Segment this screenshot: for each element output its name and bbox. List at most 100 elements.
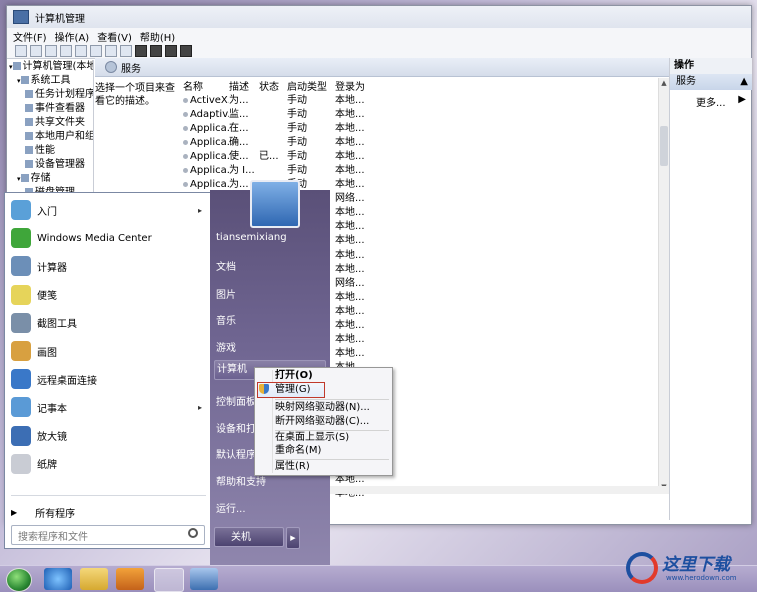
up-folder-icon[interactable] [45, 45, 57, 57]
service-row[interactable]: Applica...为 I... 手动 本地... [179, 164, 659, 178]
service-row[interactable]: Applica...使... 已... 手动 本地... [179, 150, 659, 164]
tree-item[interactable]: ▾ 系统工具 [7, 74, 93, 88]
tree-item[interactable]: 性能 [7, 144, 93, 158]
service-status-cell [259, 136, 287, 150]
stop-icon[interactable] [150, 45, 162, 57]
menu-action[interactable]: 操作(A) [55, 29, 90, 44]
actions-services-section[interactable]: 服务 ▲ [670, 74, 752, 90]
service-row[interactable]: ActiveX...为... 手动 本地... [179, 94, 659, 108]
service-row[interactable]: Applica...在... 手动 本地... [179, 122, 659, 136]
user-picture-icon[interactable] [250, 180, 300, 228]
computer-management-taskbar-icon[interactable] [154, 568, 184, 592]
start-place-item[interactable]: 运行... [216, 500, 246, 515]
properties-icon[interactable] [120, 45, 132, 57]
menu-bar: 文件(F) 操作(A) 查看(V) 帮助(H) [7, 28, 751, 44]
program-label: Windows Media Center [37, 232, 152, 244]
restart-icon[interactable] [180, 45, 192, 57]
media-player-icon[interactable] [116, 568, 144, 590]
start-place-item[interactable]: 游戏 [216, 339, 236, 354]
tree-item[interactable]: 共享文件夹 [7, 116, 93, 130]
computer-taskbar-icon[interactable] [190, 568, 218, 590]
start-place-item[interactable]: 图片 [216, 286, 236, 301]
start-program-item[interactable]: 远程桌面连接 [5, 366, 210, 392]
context-manage[interactable]: 管理(G) [275, 383, 311, 396]
menu-file[interactable]: 文件(F) [13, 29, 47, 44]
scroll-up-icon[interactable]: ▲ [659, 78, 669, 88]
context-map-network-drive[interactable]: 映射网络驱动器(N)... [275, 401, 370, 414]
shutdown-button[interactable]: 关机 [214, 527, 284, 547]
context-open[interactable]: 打开(O) [275, 369, 313, 382]
start-place-item[interactable]: 控制面板 [216, 393, 256, 408]
start-program-item[interactable]: 入门 ▸ [5, 197, 210, 223]
service-logon-text: 本地... [335, 95, 365, 106]
tree-item[interactable]: ▾ 计算机管理(本地) [7, 60, 93, 74]
start-place-item[interactable]: 默认程序 [216, 446, 256, 461]
service-row[interactable]: Applica...确... 手动 本地... [179, 136, 659, 150]
service-logon-text: 本地... [335, 165, 365, 177]
start-place-item[interactable]: 文档 [216, 258, 236, 273]
export-list-icon[interactable] [90, 45, 102, 57]
start-program-item[interactable]: 画图 [5, 338, 210, 364]
column-description[interactable]: 描述 [229, 81, 259, 94]
refresh-icon[interactable] [75, 45, 87, 57]
start-program-item[interactable]: 便笺 [5, 282, 210, 308]
start-button[interactable] [6, 568, 32, 592]
actions-more[interactable]: 更多... ▶ [670, 94, 752, 109]
tree-item[interactable]: ▾ 存储 [7, 172, 93, 186]
forward-icon[interactable] [30, 45, 42, 57]
tree-item[interactable]: 设备管理器 [7, 158, 93, 172]
tree-item[interactable]: 任务计划程序 [7, 88, 93, 102]
service-icon [183, 125, 188, 131]
collapse-icon[interactable]: ▲ [740, 74, 748, 90]
internet-explorer-icon[interactable] [44, 568, 72, 590]
shutdown-options-icon[interactable]: ▶ [286, 527, 300, 549]
help-icon[interactable] [105, 45, 117, 57]
paint-icon [11, 341, 31, 361]
service-logon-cell: 本地... [335, 122, 375, 136]
menu-help[interactable]: 帮助(H) [140, 29, 175, 44]
start-program-item[interactable]: 纸牌 [5, 451, 210, 477]
service-row[interactable]: Adaptiv...监... 手动 本地... [179, 108, 659, 122]
menu-view[interactable]: 查看(V) [97, 29, 132, 44]
tree-item[interactable]: 事件查看器 [7, 102, 93, 116]
context-disconnect-network-drive[interactable]: 断开网络驱动器(C)... [275, 415, 369, 428]
column-startup-type[interactable]: 启动类型 [287, 81, 335, 94]
service-logon-cell: 网络... [335, 277, 375, 291]
tree-node-icon [12, 62, 21, 70]
service-startup-text: 手动 [287, 165, 307, 177]
start-program-item[interactable]: Windows Media Center [5, 225, 210, 251]
service-startup-cell: 手动 [287, 136, 335, 150]
back-icon[interactable] [15, 45, 27, 57]
start-program-item[interactable]: 计算器 [5, 253, 210, 279]
context-rename[interactable]: 重命名(M) [275, 444, 321, 457]
program-label: 记事本 [37, 403, 67, 415]
play-icon[interactable] [135, 45, 147, 57]
tree-item-label: 存储 [30, 173, 51, 184]
pause-icon[interactable] [165, 45, 177, 57]
start-program-item[interactable]: 放大镜 [5, 423, 210, 449]
search-input[interactable]: 搜索程序和文件 [11, 525, 205, 545]
service-logon-text: 本地... [335, 291, 365, 303]
column-name[interactable]: 名称 [179, 81, 229, 94]
start-place-item[interactable]: 音乐 [216, 312, 236, 327]
start-program-item[interactable]: 记事本 ▸ [5, 394, 210, 420]
service-logon-text: 网络... [335, 277, 365, 289]
search-placeholder: 搜索程序和文件 [18, 531, 88, 543]
service-status-cell [259, 122, 287, 136]
file-explorer-icon[interactable] [80, 568, 108, 590]
service-startup-cell: 手动 [287, 150, 335, 164]
calculator-icon [11, 256, 31, 277]
all-programs[interactable]: ▶ 所有程序 [11, 505, 75, 520]
scrollbar-thumb[interactable] [660, 126, 668, 166]
services-vertical-scrollbar[interactable]: ▲ ▼ [658, 78, 669, 492]
service-name-text: Adaptiv... [190, 109, 229, 121]
context-show-on-desktop[interactable]: 在桌面上显示(S) [275, 431, 349, 444]
column-status[interactable]: 状态 [259, 81, 287, 94]
context-properties[interactable]: 属性(R) [275, 460, 310, 473]
show-hide-tree-icon[interactable] [60, 45, 72, 57]
start-program-item[interactable]: 截图工具 [5, 310, 210, 336]
start-place-item[interactable]: tiansemixiang [216, 232, 287, 243]
column-log-on-as[interactable]: 登录为 [335, 81, 375, 94]
tree-item[interactable]: 本地用户和组 [7, 130, 93, 144]
more-actions-label: 更多... [696, 98, 726, 109]
